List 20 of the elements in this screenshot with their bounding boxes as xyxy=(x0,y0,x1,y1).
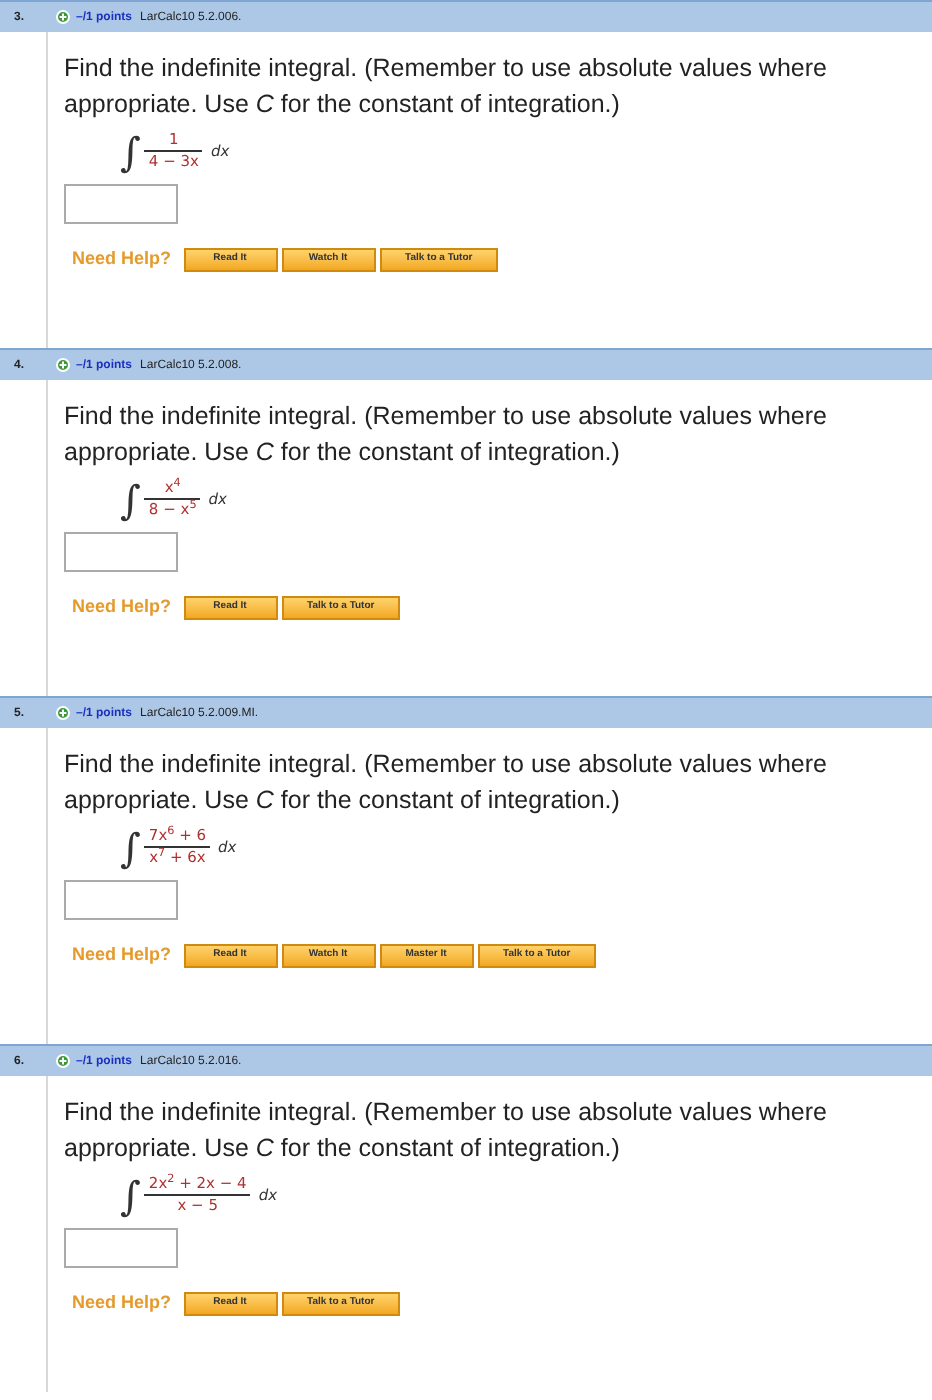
integral-sign: ∫ xyxy=(120,479,141,519)
help-label: Need Help? xyxy=(72,594,172,620)
question-text: Find the indefinite integral. (Remember to use absolute values where appropriate. Use C for the constant of integration.) xyxy=(64,748,829,818)
plus-icon[interactable] xyxy=(56,10,70,24)
integral-sign: ∫ xyxy=(120,827,141,867)
help-label: Need Help? xyxy=(72,1290,172,1316)
integral-sign: ∫ xyxy=(120,1175,141,1215)
integral-sign: ∫ xyxy=(120,131,141,171)
answer-field[interactable] xyxy=(64,1228,178,1268)
question-text: Find the indefinite integral. (Remember to use absolute values where appropriate. Use C for the constant of integration.) xyxy=(64,1096,829,1166)
help-label: Need Help? xyxy=(72,942,172,968)
question-text: Find the indefinite integral. (Remember to use absolute values where appropriate. Use C for the constant of integration.) xyxy=(64,400,829,470)
plus-icon[interactable] xyxy=(56,706,70,720)
answer-field[interactable] xyxy=(64,532,178,572)
question-text: Find the indefinite integral. (Remember to use absolute values where appropriate. Use C for the constant of integration.) xyxy=(64,52,829,122)
answer-field[interactable] xyxy=(64,880,178,920)
answer-field[interactable] xyxy=(64,184,178,224)
plus-icon[interactable] xyxy=(56,1054,70,1068)
plus-icon[interactable] xyxy=(56,358,70,372)
help-label: Need Help? xyxy=(72,246,172,272)
